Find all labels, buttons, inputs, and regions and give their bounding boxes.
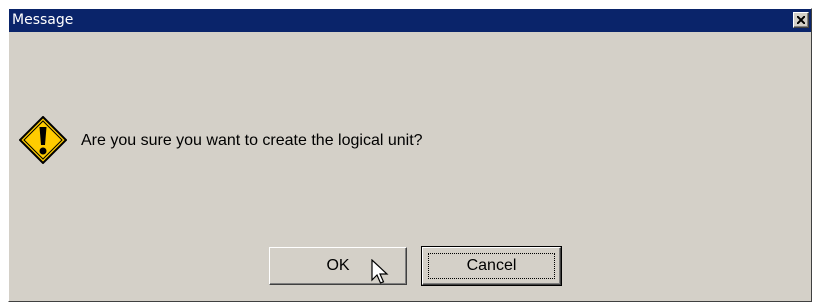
title-bar[interactable]: Message xyxy=(9,9,811,32)
mouse-cursor-icon xyxy=(371,259,389,284)
window-title: Message xyxy=(12,12,74,28)
close-icon xyxy=(797,16,805,24)
close-button[interactable] xyxy=(793,12,809,28)
ok-button-label: OK xyxy=(326,257,350,274)
dialog-message: Are you sure you want to create the logi… xyxy=(81,132,423,149)
focus-rectangle: Cancel xyxy=(428,253,555,279)
warning-icon xyxy=(19,116,67,164)
message-dialog: Message Are you sure you want to create … xyxy=(8,8,812,302)
cancel-button[interactable]: Cancel xyxy=(421,246,562,286)
cancel-button-label: Cancel xyxy=(466,257,517,274)
